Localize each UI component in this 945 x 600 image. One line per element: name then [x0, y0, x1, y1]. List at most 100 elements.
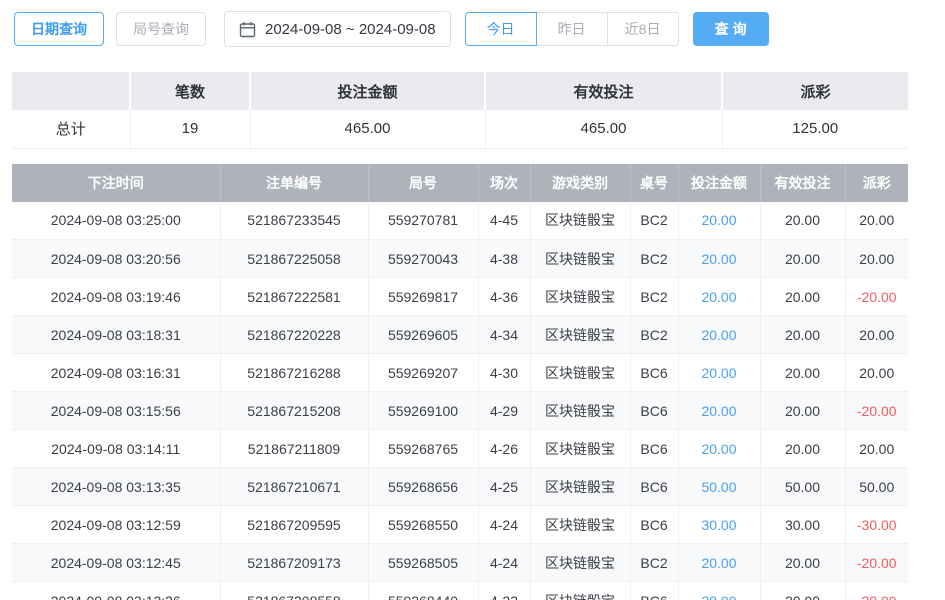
records-header-round-id: 局号 — [368, 164, 478, 202]
cell-payout: 20.00 — [845, 430, 908, 468]
cell-valid-bet: 20.00 — [760, 582, 845, 600]
bet-amount-link[interactable]: 20.00 — [701, 251, 736, 267]
bet-amount-link[interactable]: 20.00 — [701, 365, 736, 381]
cell-session: 4-36 — [478, 278, 530, 316]
summary-header-valid-bet: 有效投注 — [485, 72, 722, 110]
cell-round-id: 559269207 — [368, 354, 478, 392]
cell-session: 4-24 — [478, 506, 530, 544]
cell-time: 2024-09-08 03:12:26 — [12, 582, 220, 600]
record-row: 2024-09-08 03:13:35521867210671559268656… — [12, 468, 908, 506]
cell-session: 4-34 — [478, 316, 530, 354]
bet-amount-link[interactable]: 20.00 — [701, 403, 736, 419]
calendar-icon — [239, 21, 256, 38]
cell-payout: 50.00 — [845, 468, 908, 506]
cell-time: 2024-09-08 03:25:00 — [12, 202, 220, 240]
cell-valid-bet: 20.00 — [760, 202, 845, 240]
record-row: 2024-09-08 03:15:56521867215208559269100… — [12, 392, 908, 430]
cell-game-type: 区块链骰宝 — [530, 392, 630, 430]
cell-payout: -20.00 — [845, 544, 908, 582]
cell-table-no: BC6 — [630, 506, 678, 544]
record-row: 2024-09-08 03:19:46521867222581559269817… — [12, 278, 908, 316]
date-range-input[interactable]: 2024-09-08 ~ 2024-09-08 — [224, 11, 451, 47]
cell-round-id: 559268440 — [368, 582, 478, 600]
cell-valid-bet: 20.00 — [760, 278, 845, 316]
cell-bet-id: 521867220228 — [220, 316, 368, 354]
records-table: 下注时间 注单编号 局号 场次 游戏类别 桌号 投注金额 有效投注 派彩 202… — [12, 164, 908, 600]
records-header-bet-id: 注单编号 — [220, 164, 368, 202]
cell-bet-amount: 20.00 — [678, 582, 760, 600]
summary-total-bet-amount: 465.00 — [250, 110, 485, 148]
records-header-game-type: 游戏类别 — [530, 164, 630, 202]
cell-round-id: 559268765 — [368, 430, 478, 468]
bet-amount-link[interactable]: 20.00 — [701, 593, 736, 600]
last-8-days-button[interactable]: 近8日 — [607, 12, 679, 46]
summary-total-valid-bet: 465.00 — [485, 110, 722, 148]
cell-bet-amount: 20.00 — [678, 392, 760, 430]
cell-session: 4-38 — [478, 240, 530, 278]
cell-round-id: 559268656 — [368, 468, 478, 506]
bet-amount-link[interactable]: 20.00 — [701, 289, 736, 305]
records-header-session: 场次 — [478, 164, 530, 202]
search-button[interactable]: 查询 — [693, 12, 769, 46]
cell-time: 2024-09-08 03:19:46 — [12, 278, 220, 316]
cell-round-id: 559268505 — [368, 544, 478, 582]
record-row: 2024-09-08 03:12:45521867209173559268505… — [12, 544, 908, 582]
cell-valid-bet: 20.00 — [760, 544, 845, 582]
record-row: 2024-09-08 03:18:31521867220228559269605… — [12, 316, 908, 354]
bet-amount-link[interactable]: 20.00 — [701, 441, 736, 457]
cell-round-id: 559270043 — [368, 240, 478, 278]
summary-header-count: 笔数 — [130, 72, 250, 110]
cell-session: 4-24 — [478, 544, 530, 582]
summary-total-payout: 125.00 — [722, 110, 908, 148]
cell-bet-id: 521867210671 — [220, 468, 368, 506]
cell-round-id: 559269817 — [368, 278, 478, 316]
record-row: 2024-09-08 03:16:31521867216288559269207… — [12, 354, 908, 392]
cell-table-no: BC6 — [630, 354, 678, 392]
cell-game-type: 区块链骰宝 — [530, 544, 630, 582]
cell-valid-bet: 20.00 — [760, 240, 845, 278]
cell-payout: 20.00 — [845, 202, 908, 240]
bet-amount-link[interactable]: 20.00 — [701, 212, 736, 228]
records-header-table-no: 桌号 — [630, 164, 678, 202]
round-query-tab-button[interactable]: 局号查询 — [116, 12, 206, 46]
cell-valid-bet: 50.00 — [760, 468, 845, 506]
summary-total-row: 总计 19 465.00 465.00 125.00 — [12, 110, 908, 148]
cell-game-type: 区块链骰宝 — [530, 468, 630, 506]
cell-table-no: BC6 — [630, 582, 678, 600]
cell-round-id: 559268550 — [368, 506, 478, 544]
cell-payout: 20.00 — [845, 316, 908, 354]
cell-round-id: 559270781 — [368, 202, 478, 240]
cell-round-id: 559269100 — [368, 392, 478, 430]
cell-table-no: BC2 — [630, 240, 678, 278]
cell-session: 4-45 — [478, 202, 530, 240]
cell-valid-bet: 30.00 — [760, 506, 845, 544]
records-header-row: 下注时间 注单编号 局号 场次 游戏类别 桌号 投注金额 有效投注 派彩 — [12, 164, 908, 202]
records-header-valid-bet: 有效投注 — [760, 164, 845, 202]
record-row: 2024-09-08 03:12:59521867209595559268550… — [12, 506, 908, 544]
cell-session: 4-23 — [478, 582, 530, 600]
bet-amount-link[interactable]: 30.00 — [701, 517, 736, 533]
today-button[interactable]: 今日 — [465, 12, 537, 46]
records-header-payout: 派彩 — [845, 164, 908, 202]
cell-session: 4-26 — [478, 430, 530, 468]
summary-table: 笔数 投注金额 有效投注 派彩 总计 19 465.00 465.00 125.… — [12, 72, 908, 149]
cell-session: 4-29 — [478, 392, 530, 430]
cell-table-no: BC2 — [630, 544, 678, 582]
date-query-tab-button[interactable]: 日期查询 — [14, 12, 104, 46]
bet-amount-link[interactable]: 20.00 — [701, 327, 736, 343]
bet-amount-link[interactable]: 20.00 — [701, 555, 736, 571]
cell-time: 2024-09-08 03:12:45 — [12, 544, 220, 582]
cell-bet-amount: 30.00 — [678, 506, 760, 544]
bet-amount-link[interactable]: 50.00 — [701, 479, 736, 495]
summary-total-count: 19 — [130, 110, 250, 148]
cell-bet-amount: 20.00 — [678, 278, 760, 316]
cell-bet-amount: 20.00 — [678, 240, 760, 278]
records-header-time: 下注时间 — [12, 164, 220, 202]
cell-table-no: BC2 — [630, 316, 678, 354]
cell-payout: 20.00 — [845, 240, 908, 278]
record-row: 2024-09-08 03:12:26521867208558559268440… — [12, 582, 908, 600]
cell-table-no: BC6 — [630, 392, 678, 430]
cell-bet-amount: 20.00 — [678, 354, 760, 392]
yesterday-button[interactable]: 昨日 — [536, 12, 608, 46]
cell-payout: -20.00 — [845, 582, 908, 600]
